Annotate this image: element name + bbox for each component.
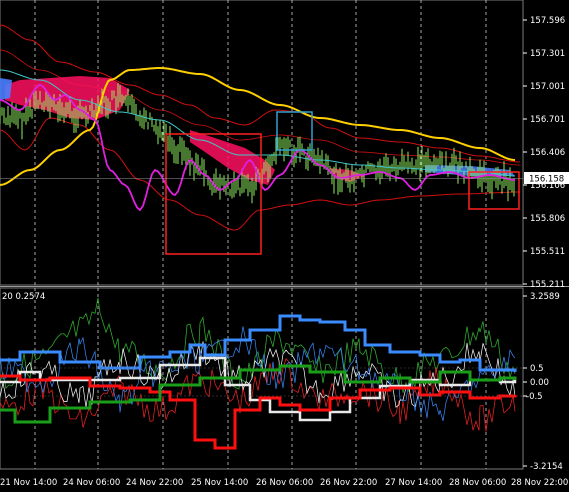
osc-tick-min: -3.2154 bbox=[530, 462, 563, 472]
time-label-1: 21 Nov 14:00 bbox=[0, 478, 57, 488]
time-label-2: 24 Nov 06:00 bbox=[63, 478, 120, 488]
oscillator-axis: 3.2589 0.5 0.00 -0.5 -3.2154 bbox=[523, 292, 563, 472]
indicator-label: 20 0.2574 bbox=[2, 292, 45, 302]
price-tick-7: 155.806 bbox=[530, 214, 565, 224]
time-label-3: 24 Nov 22:00 bbox=[126, 478, 183, 488]
price-axis: 157.596 157.301 157.001 156.701 156.406 … bbox=[523, 16, 565, 290]
price-tick-5: 156.406 bbox=[530, 148, 565, 158]
price-tick-8: 155.511 bbox=[530, 247, 565, 257]
price-tick-6: 156.106 bbox=[530, 181, 565, 191]
osc-tick-max: 3.2589 bbox=[530, 292, 560, 302]
price-tick-9: 155.211 bbox=[530, 280, 565, 290]
time-axis: 21 Nov 14:00 24 Nov 06:00 24 Nov 22:00 2… bbox=[0, 478, 568, 488]
price-tick-3: 157.001 bbox=[530, 82, 565, 92]
time-label-4: 25 Nov 14:00 bbox=[191, 478, 248, 488]
osc-tick-zero: 0.00 bbox=[530, 378, 549, 388]
time-label-8: 28 Nov 06:00 bbox=[449, 478, 506, 488]
time-label-9: 28 Nov 22:00 bbox=[511, 478, 568, 488]
osc-tick-pos: 0.5 bbox=[530, 364, 544, 374]
price-tick-2: 157.301 bbox=[530, 49, 565, 59]
time-label-6: 26 Nov 22:00 bbox=[320, 478, 377, 488]
price-tick-1: 157.596 bbox=[530, 16, 565, 26]
osc-tick-neg: -0.5 bbox=[526, 392, 543, 402]
time-label-5: 26 Nov 06:00 bbox=[256, 478, 313, 488]
price-tick-4: 156.701 bbox=[530, 115, 565, 125]
trading-chart[interactable]: 156.158 157.596 157.301 157.001 156.701 … bbox=[0, 0, 569, 492]
time-label-7: 27 Nov 14:00 bbox=[385, 478, 442, 488]
